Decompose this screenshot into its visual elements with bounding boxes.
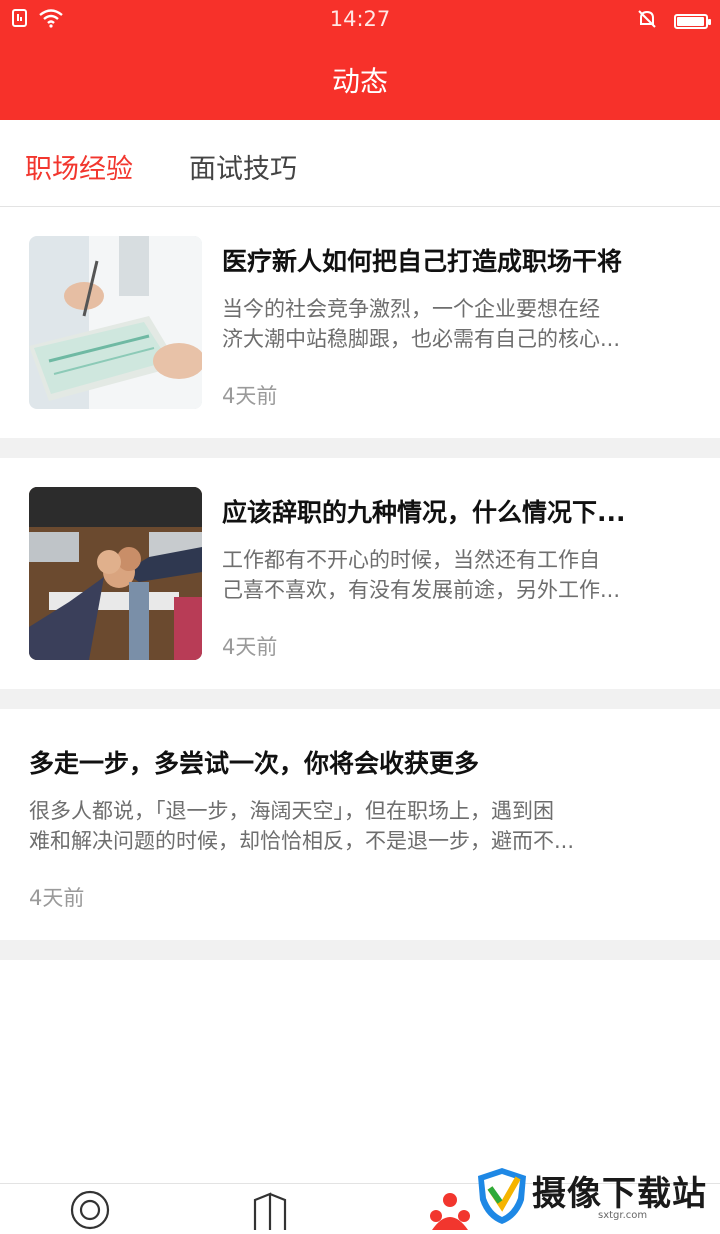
article-title: 多走一步，多尝试一次，你将会收获更多 [29, 749, 480, 778]
article-time: 4天前 [222, 384, 278, 408]
battery-icon [674, 13, 711, 29]
watermark-subtext: sxtgr.com [598, 1210, 648, 1221]
card-separator [0, 940, 720, 960]
tab-workplace-experience[interactable]: 职场经验 [25, 147, 133, 186]
article-card[interactable]: 医疗新人如何把自己打造成职场干将 当今的社会竞争激烈，一个企业要想在经 济大潮中… [0, 207, 720, 438]
article-thumbnail [29, 487, 202, 660]
status-bar: 14:27 [0, 0, 720, 40]
article-time: 4天前 [29, 886, 85, 910]
article-description: 工作都有不开心的时候，当然还有工作自 己喜不喜欢，有没有发展前途，另外工作... [222, 545, 692, 605]
article-description: 很多人都说，「退一步，海阔天空」，但在职场上，遇到困 难和解决问题的时候，却恰恰… [29, 796, 689, 856]
people-icon[interactable] [428, 1190, 472, 1234]
article-description: 当今的社会竞争激烈，一个企业要想在经 济大潮中站稳脚跟，也必需有自己的核心... [222, 294, 692, 354]
article-thumbnail [29, 236, 202, 409]
circle-target-icon[interactable] [70, 1190, 110, 1234]
header-bar: 动态 [0, 40, 720, 120]
card-separator [0, 689, 720, 709]
article-desc-line: 济大潮中站稳脚跟，也必需有自己的核心... [222, 327, 621, 351]
watermark-logo: 摄像下载站 sxtgr.com [470, 1162, 720, 1229]
article-card[interactable]: 多走一步，多尝试一次，你将会收获更多 很多人都说，「退一步，海阔天空」，但在职场… [0, 709, 720, 940]
article-card[interactable]: 应该辞职的九种情况，什么情况下... 工作都有不开心的时候，当然还有工作自 己喜… [0, 458, 720, 689]
status-right [636, 8, 711, 34]
book-icon[interactable] [250, 1190, 290, 1234]
article-desc-line: 很多人都说，「退一步，海阔天空」，但在职场上，遇到困 [29, 799, 554, 823]
silent-bell-icon [636, 8, 658, 34]
article-desc-line: 难和解决问题的时候，却恰恰相反，不是退一步，避而不... [29, 829, 575, 853]
status-time: 14:27 [329, 7, 391, 31]
card-separator [0, 438, 720, 458]
page-title: 动态 [331, 65, 388, 98]
article-time: 4天前 [222, 635, 278, 659]
article-desc-line: 工作都有不开心的时候，当然还有工作自 [222, 548, 600, 572]
article-title: 医疗新人如何把自己打造成职场干将 [222, 247, 623, 276]
article-title: 应该辞职的九种情况，什么情况下... [222, 498, 626, 527]
shield-logo-icon [478, 1168, 526, 1224]
article-desc-line: 当今的社会竞争激烈，一个企业要想在经 [222, 297, 600, 321]
tab-interview-tips[interactable]: 面试技巧 [189, 147, 297, 186]
article-desc-line: 己喜不喜欢，有没有发展前途，另外工作... [222, 578, 621, 602]
watermark-text: 摄像下载站 [532, 1174, 707, 1214]
tab-bar: 职场经验 面试技巧 [0, 120, 720, 207]
